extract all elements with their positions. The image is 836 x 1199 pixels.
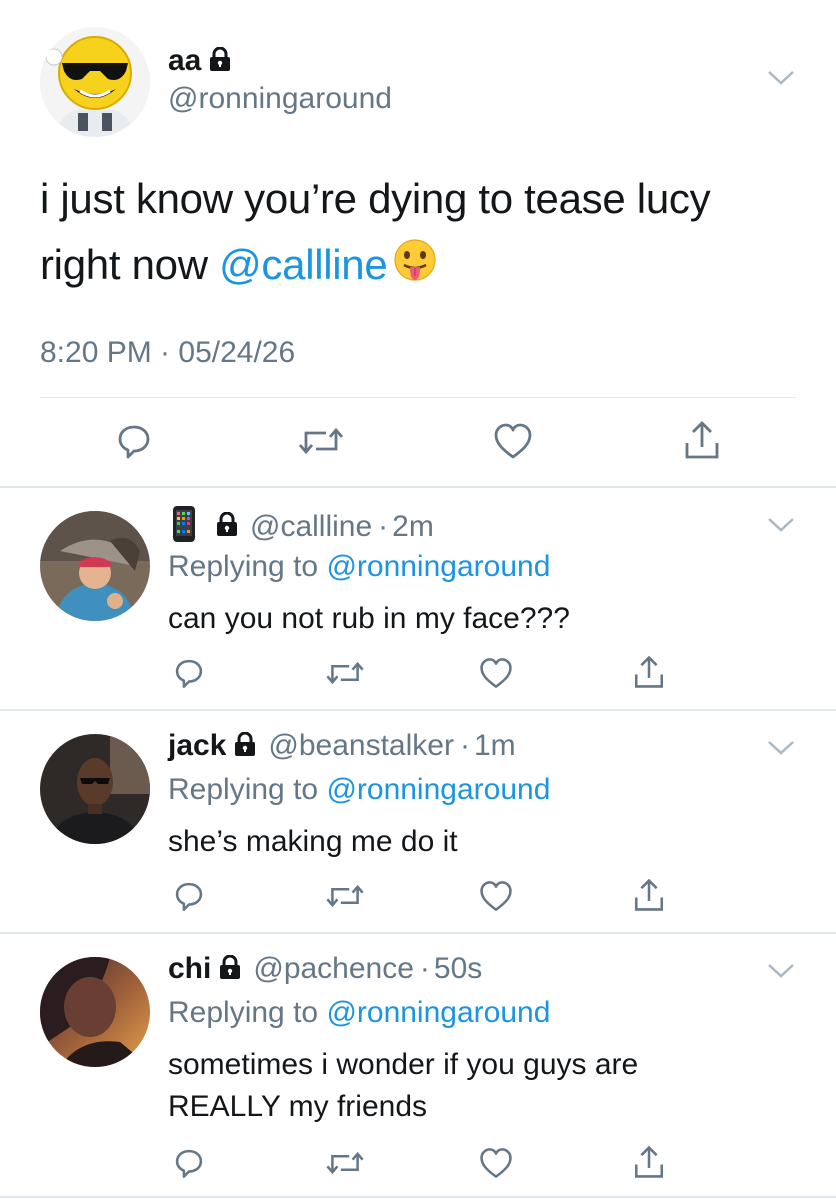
divider bbox=[0, 932, 836, 934]
like-icon[interactable] bbox=[492, 421, 534, 466]
tweet-text: i just know you’re dying to tease lucy r… bbox=[40, 166, 800, 301]
avatar[interactable] bbox=[40, 511, 150, 621]
tweet-timestamp[interactable]: 8:20 PM · 05/24/26 bbox=[40, 336, 295, 370]
share-icon[interactable] bbox=[632, 1144, 666, 1185]
display-name[interactable]: aa bbox=[168, 44, 201, 78]
chevron-down-icon[interactable] bbox=[766, 738, 796, 763]
reply-icon[interactable] bbox=[114, 421, 154, 466]
main-avatar[interactable] bbox=[40, 27, 150, 137]
divider bbox=[40, 397, 796, 398]
chevron-down-icon[interactable] bbox=[766, 515, 796, 540]
handle[interactable]: @beanstalker bbox=[268, 729, 454, 763]
lock-icon bbox=[209, 46, 231, 76]
separator-dot: · bbox=[459, 729, 470, 762]
display-name[interactable]: jack bbox=[168, 729, 226, 763]
retweet-icon[interactable] bbox=[324, 879, 366, 918]
separator-dot: · bbox=[378, 509, 389, 543]
chevron-down-icon[interactable] bbox=[766, 961, 796, 986]
replying-label: Replying to bbox=[168, 550, 327, 583]
reply-header: jack @beanstalker · 1m bbox=[168, 729, 516, 763]
share-icon[interactable] bbox=[632, 877, 666, 918]
reply-icon[interactable] bbox=[172, 879, 206, 918]
replying-label: Replying to bbox=[168, 996, 327, 1029]
main-tweet: aa @ronningaround i just know you’re dyi… bbox=[0, 0, 836, 487]
mention-link[interactable]: @ronningaround bbox=[326, 550, 550, 583]
handle[interactable]: @callline bbox=[250, 510, 372, 544]
avatar[interactable] bbox=[40, 734, 150, 844]
like-icon[interactable] bbox=[478, 879, 514, 918]
retweet-icon[interactable] bbox=[324, 1146, 366, 1185]
reply-time[interactable]: 2m bbox=[392, 510, 434, 544]
reply-header: chi @pachence · 50s bbox=[168, 952, 482, 986]
reply-icon[interactable] bbox=[172, 1146, 206, 1185]
share-icon[interactable] bbox=[632, 654, 666, 695]
mention-link[interactable]: @callline bbox=[219, 241, 388, 288]
handle[interactable]: @ronningaround bbox=[168, 82, 392, 116]
like-icon[interactable] bbox=[478, 656, 514, 695]
handle[interactable]: @pachence bbox=[253, 952, 414, 986]
reply-time[interactable]: 1m bbox=[474, 729, 516, 763]
divider bbox=[0, 709, 836, 711]
replying-to: Replying to @ronningaround bbox=[168, 996, 550, 1030]
divider bbox=[0, 486, 836, 488]
tongue-out-emoji-icon bbox=[393, 235, 437, 301]
retweet-icon[interactable] bbox=[296, 421, 346, 466]
lock-icon bbox=[234, 731, 256, 761]
reply-header: @callline · 2m bbox=[172, 505, 434, 548]
reply-icon[interactable] bbox=[172, 656, 206, 695]
share-icon[interactable] bbox=[682, 419, 722, 466]
phone-emoji-icon bbox=[172, 505, 196, 548]
replying-label: Replying to bbox=[168, 773, 327, 806]
divider bbox=[0, 1196, 836, 1198]
display-name[interactable]: chi bbox=[168, 952, 211, 986]
replying-to: Replying to @ronningaround bbox=[168, 550, 550, 584]
retweet-icon[interactable] bbox=[324, 656, 366, 695]
chevron-down-icon[interactable] bbox=[766, 68, 796, 93]
avatar[interactable] bbox=[40, 957, 150, 1067]
replying-to: Replying to @ronningaround bbox=[168, 773, 550, 807]
like-icon[interactable] bbox=[478, 1146, 514, 1185]
reply-time[interactable]: 50s bbox=[434, 952, 482, 986]
mention-link[interactable]: @ronningaround bbox=[326, 996, 550, 1029]
reply-text: sometimes i wonder if you guys are REALL… bbox=[168, 1048, 639, 1123]
separator-dot: · bbox=[419, 952, 430, 985]
mention-link[interactable]: @ronningaround bbox=[326, 773, 550, 806]
lock-icon bbox=[216, 511, 238, 541]
reply-text: can you not rub in my face??? bbox=[168, 602, 570, 635]
lock-icon bbox=[219, 954, 241, 984]
reply-text: she’s making me do it bbox=[168, 825, 458, 858]
main-name-row: aa bbox=[168, 44, 231, 78]
